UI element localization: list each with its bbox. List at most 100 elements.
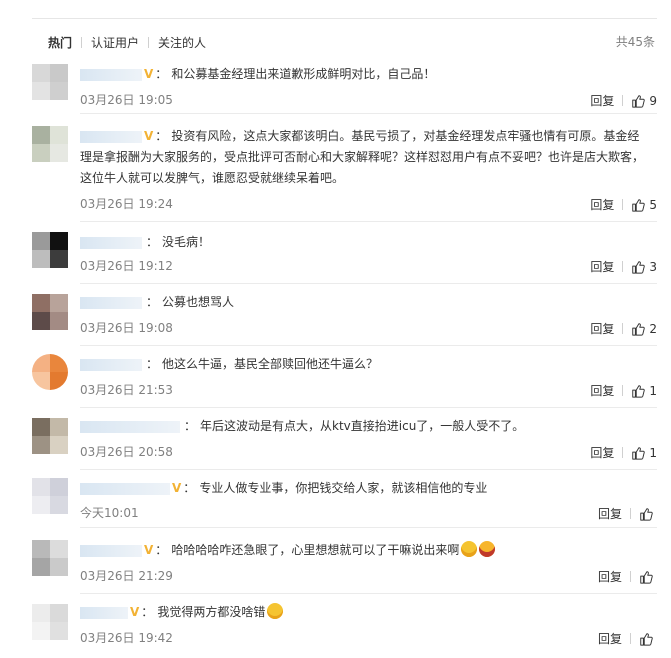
comment-item: V：和公募基金经理出来道歉形成鲜明对比，自己品！ 03月26日 19:05 回复… <box>32 60 657 114</box>
comment-total-count: 共45条 <box>615 35 655 49</box>
comment-divider <box>80 283 657 284</box>
like-button[interactable]: 5 <box>631 198 657 212</box>
avatar-tile <box>32 418 50 436</box>
reply-button[interactable]: 回复 <box>590 444 614 461</box>
smile-emoji-icon <box>267 603 284 619</box>
avatar-tile <box>50 126 68 144</box>
like-count: 3 <box>649 259 657 274</box>
avatar-tile <box>50 232 68 250</box>
comment-time: 03月26日 21:29 <box>80 569 173 583</box>
avatar-tile <box>50 312 68 330</box>
avatar[interactable] <box>32 540 68 576</box>
reply-button[interactable]: 回复 <box>590 92 614 109</box>
avatar-tile <box>32 496 50 514</box>
reply-button[interactable]: 回复 <box>590 382 614 399</box>
avatar-tile <box>32 312 50 330</box>
thumbs-up-icon <box>632 322 646 336</box>
tab-following[interactable]: 关注的人 <box>158 34 206 51</box>
comment-time: 03月26日 21:53 <box>80 383 173 397</box>
avatar[interactable] <box>32 354 68 390</box>
like-count: 5 <box>649 197 657 212</box>
tab-verified-users[interactable]: 认证用户 <box>91 34 139 51</box>
like-button[interactable]: 9 <box>631 94 657 108</box>
avatar[interactable] <box>32 478 68 514</box>
thumbs-up-icon <box>632 198 646 212</box>
comment-time: 03月26日 19:42 <box>80 631 173 645</box>
comment-time: 03月26日 20:58 <box>80 445 173 459</box>
reply-button[interactable]: 回复 <box>590 258 614 275</box>
username-link[interactable] <box>80 482 170 495</box>
avatar-tile <box>32 294 50 312</box>
avatar-tile <box>50 144 68 162</box>
username-link[interactable] <box>80 606 128 619</box>
avatar[interactable] <box>32 232 68 268</box>
reply-button[interactable]: 回复 <box>590 196 614 213</box>
comment-time: 03月26日 19:05 <box>80 93 173 107</box>
avatar[interactable] <box>32 418 68 454</box>
username-link[interactable] <box>80 544 142 557</box>
avatar-tile <box>50 354 68 372</box>
username-link[interactable] <box>80 130 142 143</box>
thumbs-up-icon <box>632 260 646 274</box>
avatar-tile <box>50 436 68 454</box>
avatar-tile <box>32 354 50 372</box>
like-count: 9 <box>649 93 657 108</box>
like-button[interactable] <box>639 570 657 584</box>
reply-button[interactable]: 回复 <box>590 320 614 337</box>
comment-divider <box>80 469 657 470</box>
comment-divider <box>80 593 657 594</box>
avatar-tile <box>50 418 68 436</box>
like-button[interactable]: 1 <box>631 446 657 460</box>
comment-text: 专业人做专业事，你把钱交给人家，就该相信他的专业 <box>199 481 488 495</box>
avatar-tile <box>32 540 50 558</box>
reply-button[interactable]: 回复 <box>598 568 622 585</box>
verified-badge: V <box>130 605 140 619</box>
top-divider <box>32 18 657 19</box>
username-link[interactable] <box>80 296 142 309</box>
avatar-tile <box>32 604 50 622</box>
laughing-emoji-icon <box>461 541 478 557</box>
reply-button[interactable]: 回复 <box>598 505 622 522</box>
avatar[interactable] <box>32 64 68 100</box>
comment-text: 我觉得两方都没啥错 <box>157 605 266 619</box>
avatar[interactable] <box>32 126 68 162</box>
thumbs-up-icon <box>640 507 653 521</box>
grinning-emoji-icon <box>479 541 496 557</box>
avatar-tile <box>50 622 68 640</box>
avatar-tile <box>32 126 50 144</box>
comment-text: 年后这波动是有点大，从ktv直接抬进icu了，一般人受不了。 <box>200 419 525 433</box>
comment-filter-tabs: 热门 认证用户 关注的人 <box>48 33 206 51</box>
like-button[interactable]: 1 <box>631 384 657 398</box>
tab-hot[interactable]: 热门 <box>48 34 72 51</box>
avatar-tile <box>50 82 68 100</box>
verified-badge: V <box>144 67 154 81</box>
avatar-tile <box>50 540 68 558</box>
avatar-tile <box>50 558 68 576</box>
like-button[interactable] <box>639 632 657 646</box>
like-button[interactable]: 2 <box>631 322 657 336</box>
thumbs-up-icon <box>632 446 646 460</box>
like-button[interactable]: 3 <box>631 260 657 274</box>
reply-button[interactable]: 回复 <box>598 630 622 647</box>
verified-badge: V <box>144 129 154 143</box>
comment-time: 03月26日 19:12 <box>80 259 173 273</box>
avatar-tile <box>32 558 50 576</box>
tab-separator <box>148 36 150 48</box>
avatar-tile <box>50 372 68 390</box>
username-link[interactable] <box>80 68 142 81</box>
thumbs-up-icon <box>640 570 653 584</box>
comment-item: V：哈哈哈哈咋还急眼了，心里想想就可以了干嘛说出来啊 03月26日 21:29 … <box>32 536 657 594</box>
avatar-tile <box>50 250 68 268</box>
avatar[interactable] <box>32 604 68 640</box>
avatar[interactable] <box>32 294 68 330</box>
username-link[interactable] <box>80 358 142 371</box>
comment-divider <box>80 221 657 222</box>
thumbs-up-icon <box>632 94 646 108</box>
avatar-tile <box>50 604 68 622</box>
avatar-tile <box>32 144 50 162</box>
comment-item: ：他这么牛逼，基民全部赎回他还牛逼么？ 03月26日 21:53 回复 1 <box>32 352 657 408</box>
username-link[interactable] <box>80 236 142 249</box>
username-link[interactable] <box>80 420 180 433</box>
comment-time: 03月26日 19:08 <box>80 321 173 335</box>
like-button[interactable] <box>639 507 657 521</box>
